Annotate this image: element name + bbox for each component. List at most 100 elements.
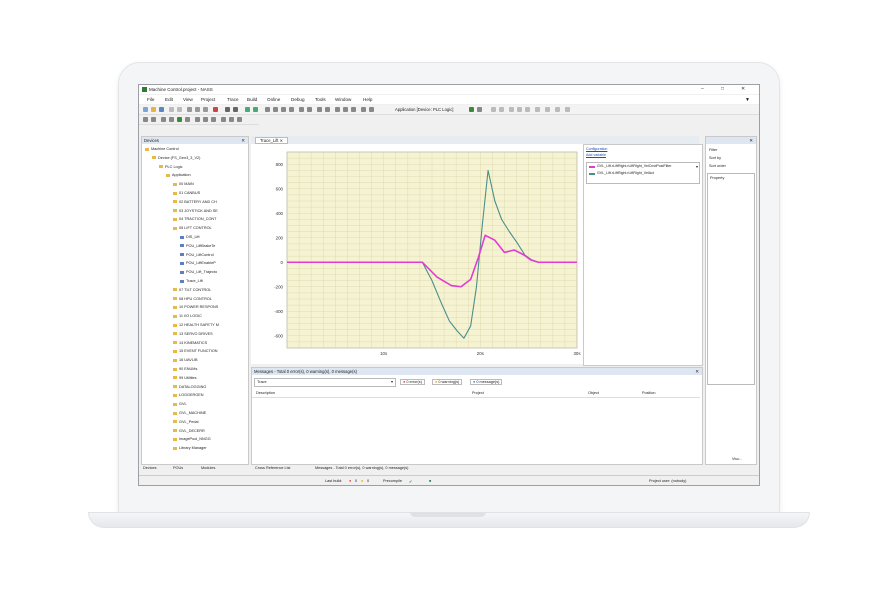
copy-icon[interactable]	[195, 107, 200, 112]
tab-modules[interactable]: Modules	[201, 466, 215, 470]
tree-item[interactable]: GVL_Pedal	[173, 420, 198, 424]
device-icon[interactable]: ■	[429, 479, 431, 483]
build-icon[interactable]	[245, 107, 250, 112]
paste-icon[interactable]	[203, 107, 208, 112]
tree-item[interactable]: 05 LIFT CONTROL	[173, 226, 212, 230]
undo-icon[interactable]	[169, 107, 174, 112]
tool-icon[interactable]	[195, 117, 200, 122]
column-object[interactable]: Object	[588, 391, 599, 395]
scroll-down-icon[interactable]: ▾	[696, 164, 698, 169]
step-icon[interactable]	[509, 107, 514, 112]
tool-icon[interactable]	[281, 107, 286, 112]
tool-icon[interactable]	[221, 117, 226, 122]
tree-item[interactable]: GVL_DECERR	[173, 429, 205, 433]
tree-item[interactable]: 10 POWER RESPONS	[173, 305, 218, 309]
tool-icon[interactable]	[237, 117, 242, 122]
sort-by-button[interactable]: Sort by	[709, 156, 721, 160]
delete-icon[interactable]	[213, 107, 218, 112]
sort-order-button[interactable]: Sort order	[709, 164, 726, 168]
legend-item-cmd[interactable]: GVL_Lift.rLiftRight.rLiftRight_VelCmdPos…	[597, 164, 672, 168]
tool-icon[interactable]	[369, 107, 374, 112]
tree-item[interactable]: 00 MAIN	[173, 182, 194, 186]
tree-item[interactable]: Application	[166, 173, 191, 177]
tab-devices[interactable]: Devices	[143, 466, 157, 470]
tool-icon[interactable]	[565, 107, 570, 112]
tree-item[interactable]: 15 EVENT FUNCTION	[173, 349, 218, 353]
tree-item[interactable]: POU_LiftControl	[180, 253, 214, 257]
tree-item[interactable]: 14 KINEMATICS	[173, 341, 207, 345]
menu-window[interactable]: Window	[335, 97, 351, 102]
tool-icon[interactable]	[307, 107, 312, 112]
login-icon[interactable]	[469, 107, 474, 112]
tool-icon[interactable]	[361, 107, 366, 112]
pin-icon[interactable]: ▼	[745, 97, 750, 103]
tab-visu[interactable]: Visu...	[732, 457, 742, 461]
errors-filter-button[interactable]: ● 0 error(s)	[400, 379, 425, 385]
tool-icon[interactable]	[343, 107, 348, 112]
step-icon[interactable]	[517, 107, 522, 112]
tool-icon[interactable]	[299, 107, 304, 112]
menu-online[interactable]: Online	[267, 97, 280, 102]
close-icon[interactable]: ✕	[241, 137, 245, 144]
tree-item[interactable]: 07 TILT CONTROL	[173, 288, 211, 292]
menu-project[interactable]: Project	[201, 97, 215, 102]
redo-icon[interactable]	[177, 107, 182, 112]
configuration-link[interactable]: Configuration	[586, 147, 607, 151]
menu-edit[interactable]: Edit	[165, 97, 173, 102]
tree-item[interactable]: 90 ENUMs	[173, 367, 197, 371]
column-position[interactable]: Position	[642, 391, 656, 395]
close-button[interactable]: ✕	[741, 86, 745, 92]
close-icon[interactable]: ✕	[695, 368, 699, 375]
find-icon[interactable]	[225, 107, 230, 112]
breakpoint-icon[interactable]	[545, 107, 550, 112]
tree-item[interactable]: GVL	[173, 402, 187, 406]
rebuild-icon[interactable]	[253, 107, 258, 112]
stop-icon[interactable]	[499, 107, 504, 112]
tree-item[interactable]: 13 SERVO DRIVES	[173, 332, 213, 336]
tree-item[interactable]: LOGGERGEN	[173, 393, 203, 397]
menu-debug[interactable]: Debug	[291, 97, 305, 102]
tree-item[interactable]: POU_Lift_Trajecto	[180, 270, 217, 274]
replace-icon[interactable]	[233, 107, 238, 112]
menu-view[interactable]: View	[183, 97, 193, 102]
tree-item[interactable]: 08 HPU CONTROL	[173, 297, 212, 301]
run-icon[interactable]	[491, 107, 496, 112]
tool-icon[interactable]	[185, 117, 190, 122]
tree-item[interactable]: 04 TRACTION_CONT	[173, 217, 216, 221]
menu-build[interactable]: Build	[247, 97, 257, 102]
logout-icon[interactable]	[477, 107, 482, 112]
tree-item[interactable]: Trace_Lift	[180, 279, 203, 283]
menu-file[interactable]: File	[147, 97, 154, 102]
tree-item[interactable]: ImagePool_NNGG	[173, 437, 211, 441]
tab-messages[interactable]: Messages - Total 0 error(s), 0 warning(s…	[315, 466, 408, 470]
tree-item[interactable]: POU_LiftBrakeTe	[180, 244, 215, 248]
active-application[interactable]: Application [Device: PLC Logic]	[395, 107, 453, 112]
tool-icon[interactable]	[289, 107, 294, 112]
tree-item[interactable]: 01 CANBUS	[173, 191, 200, 195]
breakpoint-icon[interactable]	[535, 107, 540, 112]
tool-icon[interactable]	[273, 107, 278, 112]
tree-item[interactable]: Library Manager	[173, 446, 207, 450]
tool-icon[interactable]	[555, 107, 560, 112]
cut-icon[interactable]	[187, 107, 192, 112]
maximize-button[interactable]: □	[721, 86, 724, 92]
column-project[interactable]: Project	[472, 391, 484, 395]
menu-trace[interactable]: Trace	[227, 97, 239, 102]
legend-item-act[interactable]: GVL_Lift.rLiftRight.rLiftRight_VelAct	[597, 171, 654, 175]
tab-trace-lift[interactable]: Trace_Lift ✕	[255, 137, 289, 144]
message-filter-select[interactable]: Trace ▾	[254, 378, 396, 387]
tool-icon[interactable]	[143, 117, 148, 122]
minimize-button[interactable]: –	[701, 86, 704, 92]
trace-chart[interactable]: 800 600 400 200 0 -200 -400 -600 10s 20s 30s	[251, 144, 583, 364]
tree-item[interactable]: 03 JOYSTICK AND SE	[173, 209, 218, 213]
tool-icon[interactable]	[161, 117, 166, 122]
tool-icon[interactable]	[211, 117, 216, 122]
tree-item[interactable]: POU_LiftEnableP	[180, 261, 216, 265]
save-icon[interactable]	[159, 107, 164, 112]
tool-icon[interactable]	[351, 107, 356, 112]
messages-filter-button[interactable]: ● 0 message(s)	[470, 379, 503, 385]
warnings-filter-button[interactable]: ● 0 warning(s)	[432, 379, 463, 385]
tool-icon[interactable]	[151, 117, 156, 122]
open-icon[interactable]	[151, 107, 156, 112]
new-icon[interactable]	[143, 107, 148, 112]
